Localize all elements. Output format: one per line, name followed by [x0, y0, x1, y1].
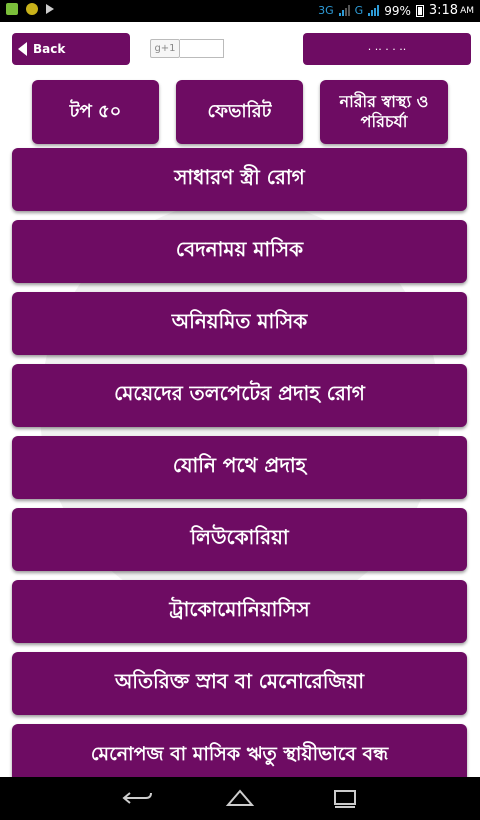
tab-label: ফেভারিট	[207, 101, 272, 122]
tab-top-50[interactable]: টপ ৫০	[32, 80, 159, 144]
list-item-label: সাধারণ স্ত্রী রোগ	[174, 165, 305, 189]
back-label: Back	[33, 42, 66, 56]
notification-app-icon	[6, 3, 18, 15]
system-nav-bar	[0, 777, 480, 820]
list-item[interactable]: যোনি পথে প্রদাহ	[12, 436, 467, 499]
list-item[interactable]: লিউকোরিয়া	[12, 508, 467, 571]
nav-recent-icon[interactable]	[325, 787, 365, 809]
back-arrow-icon	[18, 42, 27, 56]
signal-icon	[338, 5, 350, 16]
network-g-label: G	[354, 4, 364, 17]
list-item[interactable]: মেয়েদের তলপেটের প্রদাহ রোগ	[12, 364, 467, 427]
clock: 3:18	[428, 3, 459, 18]
nav-home-icon[interactable]	[220, 787, 260, 809]
share-button[interactable]: · ·· · · ··	[303, 33, 471, 65]
gplus-count	[180, 39, 224, 58]
list-item[interactable]: ট্রাকোমোনিয়াসিস	[12, 580, 467, 643]
list-item-label: অতিরিক্ত স্রাব বা মেনোরেজিয়া	[114, 669, 364, 693]
share-label: · ·· · · ··	[367, 42, 407, 56]
list-item-label: যোনি পথে প্রদাহ	[172, 453, 307, 477]
list-item-label: মেনোপজ বা মাসিক ঋতু স্থায়ীভাবে বন্ধ	[90, 742, 389, 765]
gplus-widget[interactable]: g+1	[150, 39, 224, 58]
signal-icon-2	[368, 5, 380, 16]
tab-label: টপ ৫০	[69, 101, 122, 122]
list-item-label: লিউকোরিয়া	[190, 525, 289, 549]
notification-lock-icon	[26, 3, 38, 15]
notification-icons	[6, 3, 54, 15]
clock-ampm: AM	[460, 5, 474, 16]
tab-label: নারীর স্বাস্থ্য ও পরিচর্যা	[339, 92, 429, 131]
list-item-label: ট্রাকোমোনিয়াসিস	[169, 597, 310, 621]
list-item[interactable]: অতিরিক্ত স্রাব বা মেনোরেজিয়া	[12, 652, 467, 715]
list-item[interactable]: বেদনাময় মাসিক	[12, 220, 467, 283]
tab-womens-health[interactable]: নারীর স্বাস্থ্য ও পরিচর্যা	[320, 80, 448, 144]
list-item[interactable]: অনিয়মিত মাসিক	[12, 292, 467, 355]
network-3g-label: 3G	[318, 4, 334, 17]
list-item-label: বেদনাময় মাসিক	[175, 237, 304, 261]
list-item-label: মেয়েদের তলপেটের প্রদাহ রোগ	[114, 381, 365, 405]
battery-icon	[415, 4, 424, 17]
list-item[interactable]: সাধারণ স্ত্রী রোগ	[12, 148, 467, 211]
back-button[interactable]: Back	[12, 33, 130, 65]
tab-favorite[interactable]: ফেভারিট	[176, 80, 303, 144]
gplus-icon[interactable]: g+1	[150, 39, 180, 58]
status-bar: 3G G 99% 3:18 AM	[0, 0, 480, 22]
topic-list: সাধারণ স্ত্রী রোগ বেদনাময় মাসিক অনিয়মি…	[12, 148, 467, 796]
list-item-label: অনিয়মিত মাসিক	[171, 309, 308, 333]
play-icon	[46, 4, 54, 14]
nav-back-icon[interactable]	[118, 787, 158, 809]
battery-percent: 99%	[384, 3, 411, 18]
